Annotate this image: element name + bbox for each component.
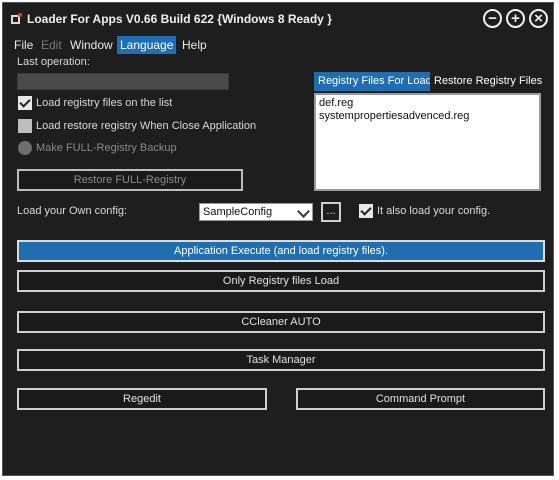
command-prompt-button[interactable]: Command Prompt <box>296 388 545 410</box>
restore-full-registry-button[interactable]: Restore FULL-Registry <box>17 169 243 191</box>
menu-language[interactable]: Language <box>117 36 177 54</box>
list-item[interactable]: systempropertiesadvenced.reg <box>319 110 536 123</box>
only-registry-load-button[interactable]: Only Registry files Load <box>17 270 545 292</box>
minimize-button[interactable]: − <box>483 9 502 28</box>
app-icon <box>11 13 22 24</box>
list-item[interactable]: def.reg <box>319 97 536 110</box>
menu-help[interactable]: Help <box>179 36 210 54</box>
config-label: Load your Own config: <box>17 205 128 217</box>
title-bar: Loader For Apps V0.66 Build 622 {Windows… <box>3 3 553 35</box>
config-select[interactable]: SampleConfig <box>199 203 313 221</box>
ccleaner-auto-button[interactable]: CCleaner AUTO <box>17 311 545 333</box>
config-select-value: SampleConfig <box>203 206 273 218</box>
menu-file[interactable]: File <box>11 36 36 54</box>
chevron-down-icon <box>297 205 310 218</box>
maximize-button[interactable]: + <box>506 9 525 28</box>
application-execute-button[interactable]: Application Execute (and load registry f… <box>17 240 545 262</box>
browse-config-button[interactable]: ... <box>321 202 341 222</box>
make-backup-radio[interactable] <box>18 141 32 155</box>
last-operation-progress <box>17 73 229 90</box>
load-registry-label: Load registry files on the list <box>36 97 173 109</box>
window-title: Loader For Apps V0.66 Build 622 {Windows… <box>27 12 332 26</box>
menu-edit[interactable]: Edit <box>38 36 65 54</box>
tab-restore-registry-files[interactable]: Restore Registry Files <box>430 72 547 91</box>
task-manager-button[interactable]: Task Manager <box>17 349 545 371</box>
load-registry-checkbox[interactable] <box>18 96 32 110</box>
load-restore-checkbox[interactable] <box>18 119 32 133</box>
regedit-button[interactable]: Regedit <box>17 388 267 410</box>
main-window: Loader For Apps V0.66 Build 622 {Windows… <box>2 2 554 476</box>
also-load-config-checkbox[interactable] <box>359 204 373 218</box>
also-load-config-label: It also load your config. <box>377 205 491 217</box>
load-restore-label: Load restore registry When Close Applica… <box>36 120 257 132</box>
registry-files-list[interactable]: def.reg systempropertiesadvenced.reg <box>314 93 541 191</box>
tab-registry-files-for-load[interactable]: Registry Files For Load <box>314 72 436 91</box>
close-button[interactable]: × <box>529 9 548 28</box>
make-backup-label: Make FULL-Registry Backup <box>36 142 177 154</box>
last-operation-label: Last operation: <box>17 56 90 68</box>
menu-window[interactable]: Window <box>67 36 116 54</box>
